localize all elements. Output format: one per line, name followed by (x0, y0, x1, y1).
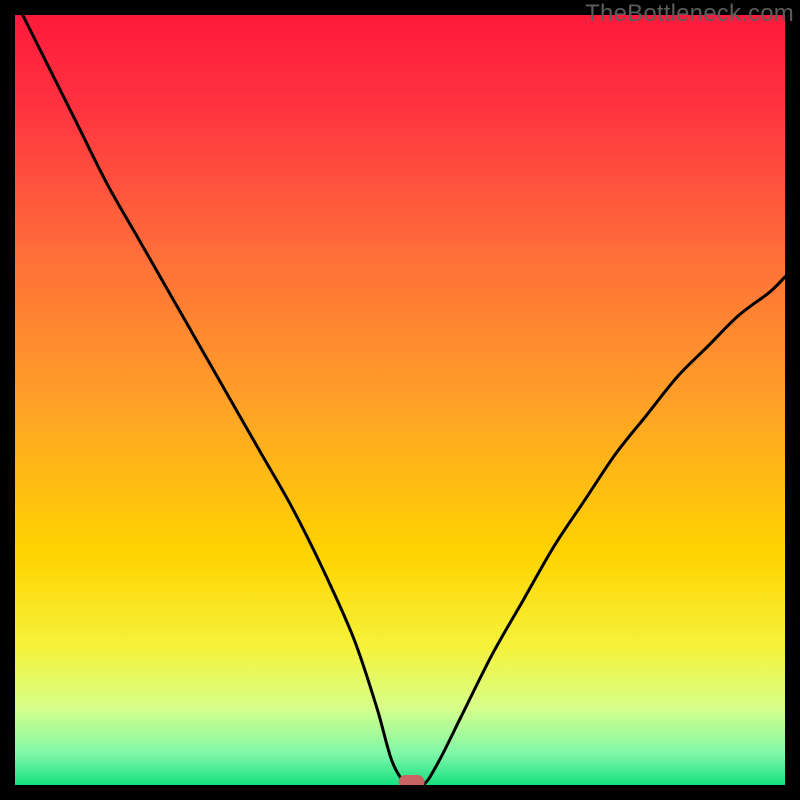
chart-frame: TheBottleneck.com (0, 0, 800, 800)
operating-point-marker (399, 775, 425, 785)
gradient-background (15, 15, 785, 785)
plot-area (15, 15, 785, 785)
bottleneck-chart-svg (15, 15, 785, 785)
watermark-text: TheBottleneck.com (585, 0, 794, 28)
